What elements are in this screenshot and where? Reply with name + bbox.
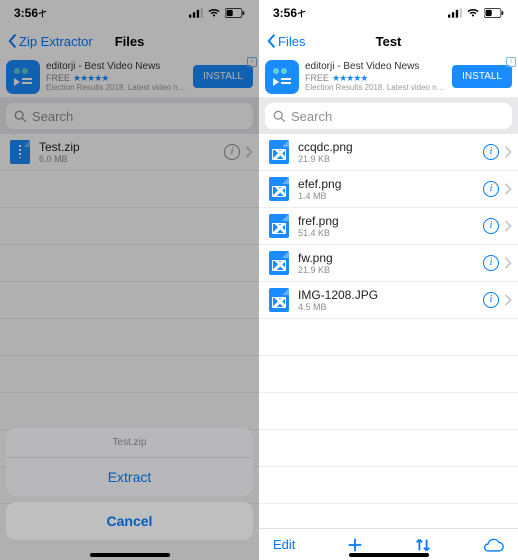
cancel-button[interactable]: Cancel bbox=[6, 502, 253, 540]
ad-indicator-icon: i bbox=[506, 57, 516, 67]
file-row[interactable]: IMG-1208.JPG 4.5 MB i bbox=[259, 282, 518, 319]
status-bar: 3:56 bbox=[259, 0, 518, 26]
ad-app-icon bbox=[265, 60, 299, 94]
add-icon[interactable] bbox=[346, 536, 364, 554]
battery-icon bbox=[484, 8, 504, 18]
action-sheet: Test.zip Extract bbox=[6, 428, 253, 496]
img-file-icon bbox=[269, 140, 289, 164]
file-name: ccqdc.png bbox=[298, 140, 474, 154]
file-name: fref.png bbox=[298, 214, 474, 228]
info-icon[interactable]: i bbox=[483, 255, 499, 271]
file-row[interactable]: fw.png 21.9 KB i bbox=[259, 245, 518, 282]
action-sheet-overlay[interactable]: Test.zip Extract Cancel bbox=[0, 0, 259, 560]
wifi-icon bbox=[466, 8, 480, 18]
img-file-icon bbox=[269, 288, 289, 312]
file-name: efef.png bbox=[298, 177, 474, 191]
ad-install-button[interactable]: INSTALL bbox=[452, 65, 512, 88]
file-row[interactable]: efef.png 1.4 MB i bbox=[259, 171, 518, 208]
cloud-icon[interactable] bbox=[482, 537, 504, 553]
status-time: 3:56 bbox=[273, 6, 306, 20]
signal-icon bbox=[448, 8, 462, 18]
back-button[interactable]: Files bbox=[265, 33, 305, 49]
phone-screen-right: 3:56 Files Test i editorji - Best Video … bbox=[259, 0, 518, 560]
chevron-right-icon bbox=[504, 220, 512, 232]
img-file-icon bbox=[269, 177, 289, 201]
status-indicators bbox=[448, 8, 504, 18]
search-input[interactable]: Search bbox=[265, 103, 512, 129]
nav-bar: Files Test bbox=[259, 26, 518, 56]
file-size: 1.4 MB bbox=[298, 191, 474, 201]
chevron-right-icon bbox=[504, 183, 512, 195]
chevron-right-icon bbox=[504, 146, 512, 158]
chevron-right-icon bbox=[504, 257, 512, 269]
sheet-title: Test.zip bbox=[6, 428, 253, 458]
file-size: 21.9 KB bbox=[298, 265, 474, 275]
file-size: 51.4 KB bbox=[298, 228, 474, 238]
home-indicator[interactable] bbox=[349, 553, 429, 557]
file-row[interactable]: ccqdc.png 21.9 KB i bbox=[259, 134, 518, 171]
home-indicator[interactable] bbox=[90, 553, 170, 557]
info-icon[interactable]: i bbox=[483, 144, 499, 160]
search-icon bbox=[273, 110, 286, 123]
info-icon[interactable]: i bbox=[483, 292, 499, 308]
file-row[interactable]: fref.png 51.4 KB i bbox=[259, 208, 518, 245]
ad-text: editorji - Best Video News FREE ★★★★★ El… bbox=[305, 61, 446, 93]
sort-icon[interactable] bbox=[414, 536, 432, 554]
img-file-icon bbox=[269, 251, 289, 275]
img-file-icon bbox=[269, 214, 289, 238]
file-name: IMG-1208.JPG bbox=[298, 288, 474, 302]
file-name: fw.png bbox=[298, 251, 474, 265]
edit-button[interactable]: Edit bbox=[273, 537, 295, 552]
info-icon[interactable]: i bbox=[483, 218, 499, 234]
chevron-left-icon bbox=[265, 33, 279, 49]
info-icon[interactable]: i bbox=[483, 181, 499, 197]
chevron-right-icon bbox=[504, 294, 512, 306]
file-size: 21.9 KB bbox=[298, 154, 474, 164]
file-list: ccqdc.png 21.9 KB i efef.png 1.4 MB i fr… bbox=[259, 134, 518, 528]
ad-banner[interactable]: i editorji - Best Video News FREE ★★★★★ … bbox=[259, 56, 518, 98]
extract-button[interactable]: Extract bbox=[6, 458, 253, 496]
file-size: 4.5 MB bbox=[298, 302, 474, 312]
search-bar-container: Search bbox=[259, 98, 518, 134]
phone-screen-left: 3:56 Zip Extractor Files i editorji - Be… bbox=[0, 0, 259, 560]
